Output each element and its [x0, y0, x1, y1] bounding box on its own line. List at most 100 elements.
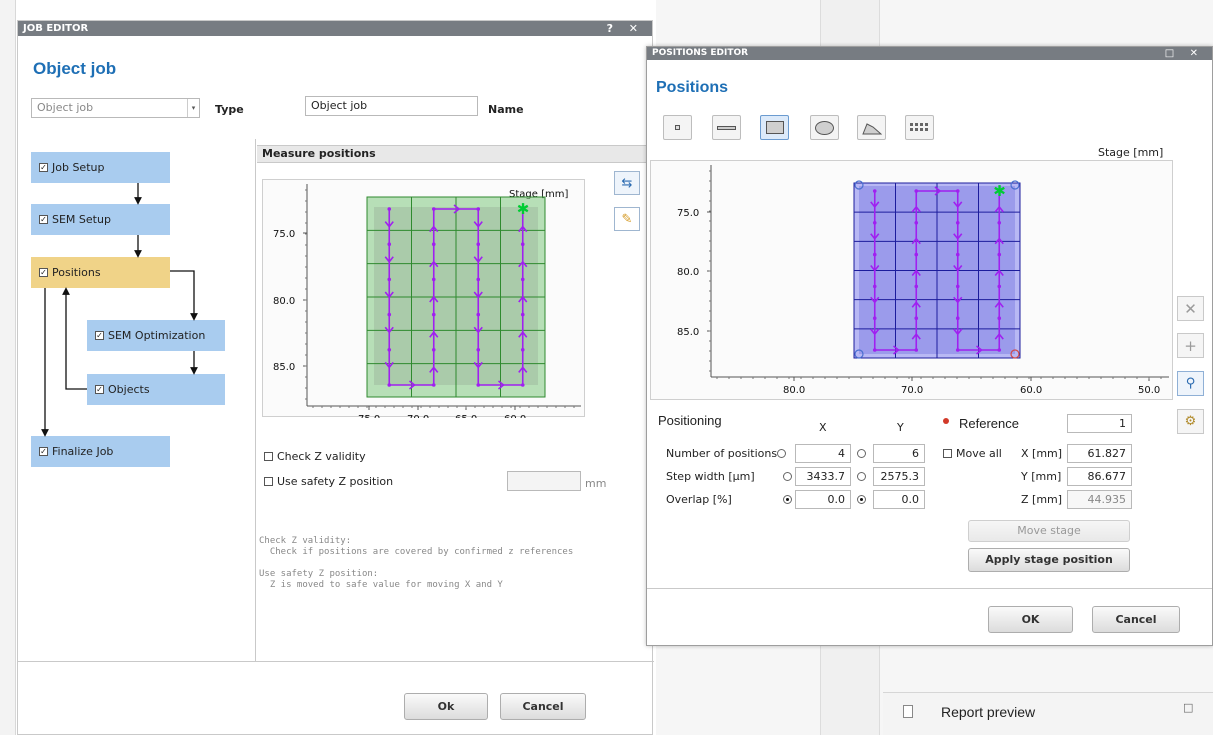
swap-direction-button[interactable]: ⇆: [614, 171, 640, 195]
safety-z-input[interactable]: [507, 471, 581, 491]
x-tick-label: 60.0: [504, 414, 526, 418]
number-of-positions-x-radio[interactable]: [777, 449, 786, 458]
use-safety-z[interactable]: Use safety Z position: [264, 475, 393, 488]
rectangle-shape-button[interactable]: [760, 115, 789, 140]
ok-button[interactable]: Ok: [404, 693, 488, 720]
measure-point: [955, 221, 960, 225]
line-shape-button[interactable]: [712, 115, 741, 140]
measure-point: [872, 348, 877, 352]
magnifier-icon: ⚲: [1185, 376, 1196, 391]
checkbox-icon[interactable]: [943, 448, 952, 458]
measure-point: [431, 277, 436, 282]
positions-editor-titlebar: POSITIONS EDITOR □ ✕: [647, 47, 1212, 60]
measure-point: [387, 312, 392, 317]
x-tick-label: 80.0: [783, 385, 805, 396]
number-of-positions-y-radio[interactable]: [857, 449, 866, 458]
overlap-x-radio[interactable]: [783, 495, 792, 504]
y-mm-label: Y [mm]: [1021, 470, 1062, 483]
y-tick-label: 85.0: [273, 362, 295, 373]
reference-input[interactable]: 1: [1067, 414, 1132, 433]
remove-position-button[interactable]: ✕: [1177, 296, 1204, 321]
positions-editor-window: POSITIONS EDITOR □ ✕ Positions ✱ 75.0 80.0…: [646, 46, 1213, 646]
measure-point: [520, 242, 525, 246]
measure-point: [914, 348, 919, 352]
measure-point: [476, 277, 481, 282]
checkbox-icon[interactable]: [264, 451, 273, 461]
start-marker: ✱: [993, 182, 1006, 200]
step-width-label: Step width [µm]: [666, 470, 755, 483]
measure-point: [387, 277, 392, 282]
measure-point: [520, 383, 525, 387]
measure-point: [997, 221, 1002, 225]
measure-point: [476, 348, 481, 352]
measure-point: [476, 383, 481, 387]
x-mm-input[interactable]: 61.827: [1067, 444, 1132, 463]
check-z-validity[interactable]: Check Z validity: [264, 450, 366, 463]
job-editor-window: JOB EDITOR ? ✕ Object job Object job ▾ T…: [17, 20, 655, 735]
polygon-shape-button[interactable]: [857, 115, 886, 140]
overlap-y-radio[interactable]: [857, 495, 866, 504]
positions-ok-button[interactable]: OK: [988, 606, 1073, 633]
measure-point: [431, 207, 436, 211]
report-preview-bar[interactable]: Report preview □: [883, 692, 1213, 735]
step-width-y-input[interactable]: 2575.3: [873, 467, 925, 486]
overlap-y-input[interactable]: 0.0: [873, 490, 925, 509]
measure-point: [955, 316, 960, 320]
job-plot-svg[interactable]: Stage [mm] ✱75.080.085.075.070.065.060.0: [263, 180, 586, 425]
stage-tool-button[interactable]: ⚙: [1177, 409, 1204, 434]
measure-point: [520, 348, 525, 352]
x-tick-label: 60.0: [1020, 385, 1042, 396]
x-tick-label: 70.0: [901, 385, 923, 396]
measure-point: [872, 316, 877, 320]
number-of-positions-label: Number of positions: [666, 447, 778, 460]
measure-point: [914, 316, 919, 320]
move-all-label: Move all: [956, 447, 1002, 460]
positions-editor-plot[interactable]: ✱ 75.0 80.0 85.0 80.0 70.0 60.0 50.0: [650, 160, 1173, 400]
positions-cancel-button[interactable]: Cancel: [1092, 606, 1180, 633]
measure-point: [914, 189, 919, 193]
measure-point: [872, 284, 877, 289]
cancel-button[interactable]: Cancel: [500, 693, 586, 720]
measure-point: [431, 312, 436, 317]
apply-stage-position-button[interactable]: Apply stage position: [968, 548, 1130, 572]
y-mm-input[interactable]: 86.677: [1067, 467, 1132, 486]
zoom-button[interactable]: ⚲: [1177, 371, 1204, 396]
measure-point: [387, 207, 392, 211]
measure-point: [872, 221, 877, 225]
step-width-x-radio[interactable]: [783, 472, 792, 481]
overlap-x-input[interactable]: 0.0: [795, 490, 851, 509]
number-of-positions-y-input[interactable]: 6: [873, 444, 925, 463]
reference-marker-icon: [943, 418, 949, 424]
ellipse-shape-button[interactable]: [810, 115, 839, 140]
add-position-button[interactable]: +: [1177, 333, 1204, 358]
edit-positions-button[interactable]: ✎: [614, 207, 640, 231]
positions-heading: Positions: [656, 79, 729, 96]
move-stage-button[interactable]: Move stage: [968, 520, 1130, 542]
checkbox-icon[interactable]: [264, 476, 273, 486]
measure-point: [520, 312, 525, 317]
footer-separator: [18, 661, 654, 662]
measure-point: [955, 284, 960, 289]
polygon-icon: [861, 122, 882, 134]
measure-point: [955, 189, 960, 193]
maximize-icon[interactable]: □: [1183, 701, 1193, 714]
name-label: Name: [488, 103, 524, 116]
measure-point: [387, 242, 392, 246]
step-width-y-radio[interactable]: [857, 472, 866, 481]
job-editor-window-controls[interactable]: ? ✕: [607, 21, 644, 36]
job-positions-plot[interactable]: Stage [mm] ✱75.080.085.075.070.065.060.0: [262, 179, 586, 425]
grid-shape-button[interactable]: [905, 115, 934, 140]
step-width-x-input[interactable]: 3433.7: [795, 467, 851, 486]
z-mm-input: 44.935: [1067, 490, 1132, 509]
measure-point: [431, 348, 436, 352]
measure-point: [997, 348, 1002, 352]
start-marker: ✱: [517, 200, 530, 218]
point-icon: [675, 125, 680, 130]
positions-plot-svg[interactable]: ✱ 75.0 80.0 85.0 80.0 70.0 60.0 50.0: [651, 161, 1174, 401]
single-point-shape-button[interactable]: [663, 115, 692, 140]
move-all-checkbox[interactable]: Move all: [943, 447, 1002, 460]
number-of-positions-x-input[interactable]: 4: [795, 444, 851, 463]
positions-editor-window-controls[interactable]: □ ✕: [1165, 47, 1204, 60]
positioning-label: Positioning: [658, 413, 722, 428]
name-input[interactable]: Object job: [305, 96, 478, 116]
